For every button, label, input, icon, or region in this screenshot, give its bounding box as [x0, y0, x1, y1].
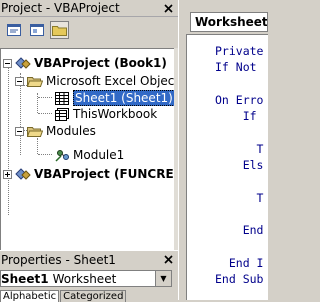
tree-node-sheet1[interactable]: Sheet1 (Sheet1) [54, 90, 174, 106]
code-line: End I [215, 256, 264, 270]
open-folder-icon [27, 124, 43, 138]
tab-alphabetic[interactable]: Alphabetic [0, 290, 60, 302]
tree-label-thisworkbook: ThisWorkbook [73, 107, 158, 121]
vba-project-icon [15, 167, 31, 181]
project-explorer-titlebar[interactable]: Project - VBAProject [0, 0, 178, 17]
code-line: On Erro [215, 93, 264, 107]
object-combo[interactable]: Worksheet [190, 12, 268, 32]
open-folder-icon [27, 74, 43, 88]
close-project-explorer-button[interactable] [161, 1, 176, 15]
close-icon [164, 255, 173, 264]
tree-label-modules: Modules [46, 124, 96, 138]
tree-label-funcres: VBAProject (FUNCRES.XL [34, 167, 174, 181]
close-icon [164, 3, 173, 13]
tree-node-excel-objects[interactable]: Microsoft Excel Objects [15, 73, 174, 89]
tree-connector [38, 113, 52, 114]
view-code-icon [6, 24, 21, 36]
collapse-icon[interactable] [15, 76, 24, 86]
code-line: Private [215, 44, 264, 58]
code-line: If Not [215, 60, 264, 74]
view-object-button[interactable] [27, 21, 46, 39]
close-properties-button[interactable] [161, 253, 176, 267]
code-editor[interactable]: Private If Not On Erro If T Els T End En… [186, 34, 268, 300]
tree-node-funcres[interactable]: VBAProject (FUNCRES.XL [3, 166, 174, 182]
code-line: End [215, 223, 264, 237]
project-explorer-toolbar [0, 17, 178, 43]
worksheet-icon [54, 91, 70, 105]
code-window: Worksheet Private If Not On Erro If T El… [186, 0, 268, 300]
tree-connector [8, 65, 9, 215]
pane-splitter[interactable] [178, 0, 186, 300]
expand-icon[interactable] [3, 169, 12, 179]
object-type: Worksheet [52, 271, 117, 286]
properties-titlebar[interactable]: Properties - Sheet1 [0, 250, 178, 268]
code-line: Els [215, 158, 264, 172]
code-margin [187, 35, 209, 300]
view-object-icon [29, 24, 44, 36]
toggle-folders-button[interactable] [50, 21, 69, 39]
tree-label-module1: Module1 [73, 148, 125, 162]
code-line: T [215, 142, 264, 156]
code-line: If [215, 109, 264, 123]
tree-connector [37, 93, 38, 113]
project-tree[interactable]: VBAProject (Book1) Microsoft Excel Objec… [0, 48, 174, 250]
collapse-icon[interactable] [15, 126, 24, 136]
object-select[interactable]: Sheet1 Worksheet ▼ [0, 270, 172, 287]
tree-label-sheet1: Sheet1 (Sheet1) [73, 90, 174, 106]
view-code-button[interactable] [4, 21, 23, 39]
workbook-icon [54, 107, 70, 121]
tree-connector [37, 138, 38, 154]
vba-project-icon [15, 56, 31, 70]
code-line: End Sub [215, 272, 264, 286]
code-line: T [215, 191, 264, 205]
tree-connector [38, 97, 52, 98]
tree-node-module1[interactable]: Module1 [54, 147, 124, 163]
dropdown-arrow-icon[interactable]: ▼ [155, 271, 171, 286]
properties-panel: Properties - Sheet1 Sheet1 Worksheet ▼ A… [0, 250, 178, 302]
properties-tabs: Alphabetic Categorized [0, 290, 127, 302]
project-explorer: Project - VBAProject VBAProject (Book1) … [0, 0, 178, 250]
tree-label-excel-objects: Microsoft Excel Objects [46, 74, 174, 88]
folder-icon [52, 26, 67, 36]
tree-node-modules[interactable]: Modules [15, 123, 96, 139]
tree-node-thisworkbook[interactable]: ThisWorkbook [54, 106, 157, 122]
tree-label-book1: VBAProject (Book1) [34, 56, 167, 70]
tab-categorized[interactable]: Categorized [60, 290, 127, 302]
tree-node-book1[interactable]: VBAProject (Book1) [3, 55, 167, 71]
object-name: Sheet1 [1, 271, 49, 286]
tree-connector [38, 154, 52, 155]
properties-title: Properties - Sheet1 [1, 252, 116, 267]
module-icon [54, 148, 70, 162]
project-explorer-title: Project - VBAProject [1, 1, 120, 15]
collapse-icon[interactable] [3, 58, 12, 68]
